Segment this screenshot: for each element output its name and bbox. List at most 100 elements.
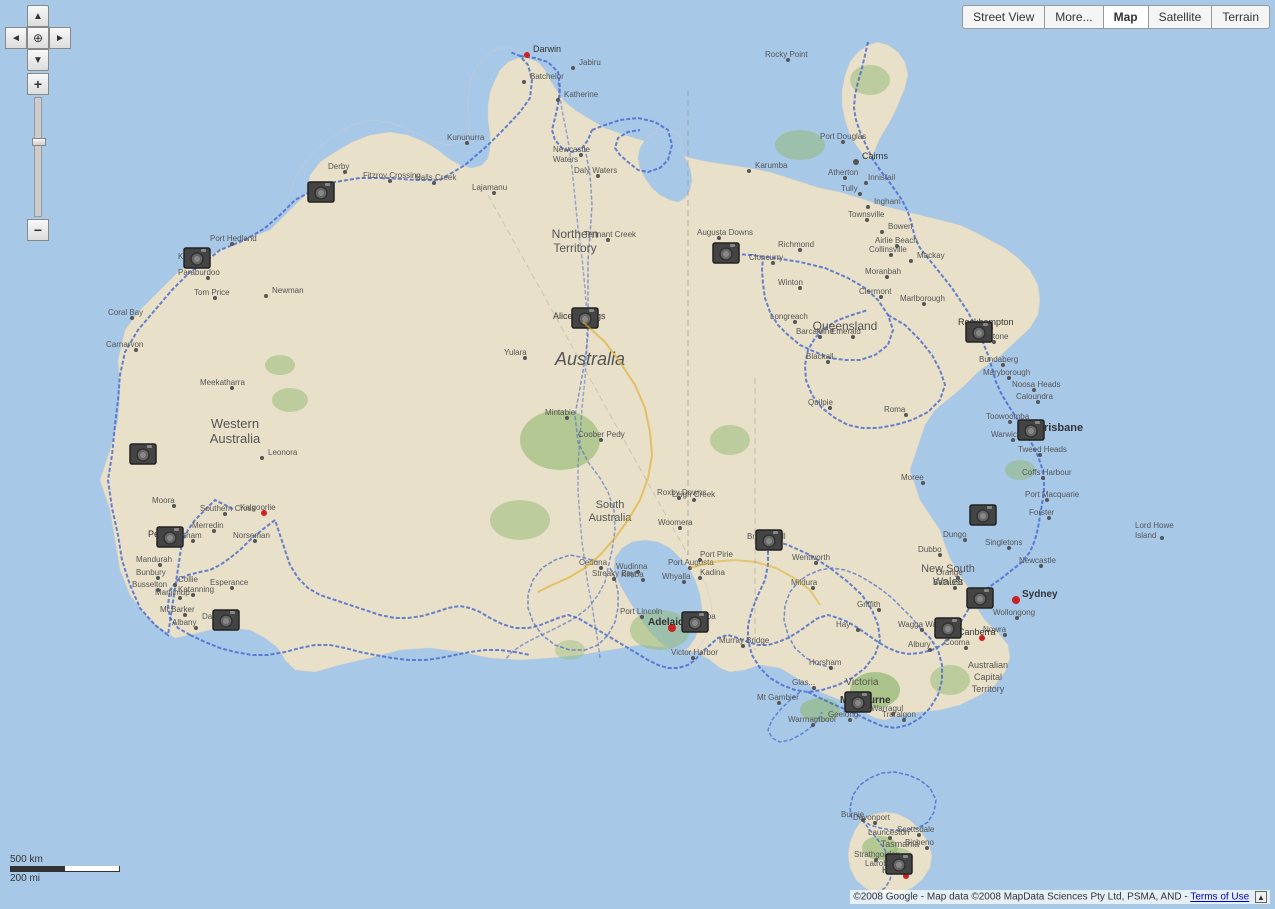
svg-text:Mt Barker: Mt Barker (160, 605, 195, 614)
map-svg: Australia Western Australia Northern Ter… (0, 0, 1275, 909)
svg-text:Victoria: Victoria (845, 677, 879, 688)
svg-text:Orange: Orange (936, 568, 963, 577)
scale-km-label: 500 km (10, 854, 43, 865)
svg-text:Katherine: Katherine (564, 90, 599, 99)
more-button[interactable]: More... (1045, 5, 1103, 29)
svg-text:Bunbury: Bunbury (136, 568, 166, 577)
svg-text:Rocky Point: Rocky Point (765, 50, 808, 59)
svg-text:Cairns: Cairns (862, 151, 889, 161)
svg-text:Leigh Creek: Leigh Creek (672, 490, 716, 499)
svg-text:Western: Western (211, 416, 259, 431)
svg-text:Port Hedland: Port Hedland (210, 234, 257, 243)
svg-text:Mandurah: Mandurah (136, 555, 172, 564)
svg-text:Australian: Australian (968, 660, 1008, 670)
svg-text:Mt Gambier: Mt Gambier (757, 693, 799, 702)
svg-text:Bowen: Bowen (888, 222, 912, 231)
svg-text:Coral Bay: Coral Bay (108, 308, 143, 317)
pan-right-button[interactable]: ► (49, 27, 71, 49)
svg-text:Tom Price: Tom Price (194, 288, 230, 297)
svg-text:Augusta Downs: Augusta Downs (697, 228, 753, 237)
zoom-handle[interactable] (32, 138, 46, 146)
pan-down-button[interactable]: ▼ (27, 49, 49, 71)
svg-text:Kununurra: Kununurra (447, 133, 485, 142)
svg-text:Victor Harbor: Victor Harbor (671, 648, 718, 657)
terms-of-use-link[interactable]: Terms of Use (1190, 892, 1249, 903)
svg-text:Singletons: Singletons (985, 538, 1022, 547)
svg-text:Ingham: Ingham (874, 197, 901, 206)
svg-text:Cloncurry: Cloncurry (749, 253, 783, 262)
svg-text:Halls Creek: Halls Creek (415, 173, 457, 182)
svg-text:Blackall: Blackall (806, 352, 834, 361)
svg-text:Mackay: Mackay (917, 251, 945, 260)
svg-text:Coober Pedy: Coober Pedy (578, 430, 625, 439)
svg-text:Carnarvon: Carnarvon (106, 340, 143, 349)
map-container[interactable]: Australia Western Australia Northern Ter… (0, 0, 1275, 909)
zoom-slider[interactable]: + − (27, 73, 49, 241)
svg-text:Mintabie: Mintabie (545, 408, 576, 417)
svg-text:Port Douglas: Port Douglas (820, 132, 866, 141)
svg-text:Barcaldine: Barcaldine (796, 327, 834, 336)
zoom-in-button[interactable]: + (27, 73, 49, 95)
pan-up-button[interactable]: ▲ (27, 5, 49, 27)
svg-text:Canberra: Canberra (958, 627, 996, 637)
terrain-button[interactable]: Terrain (1212, 5, 1270, 29)
svg-text:Tennant Creek: Tennant Creek (584, 230, 637, 239)
svg-text:Albury: Albury (908, 640, 931, 649)
svg-text:Territory: Territory (553, 241, 596, 255)
svg-text:Darwin: Darwin (533, 44, 561, 54)
svg-text:Dungo: Dungo (943, 530, 967, 539)
svg-text:Moora: Moora (152, 496, 175, 505)
svg-text:Sydney: Sydney (1022, 589, 1058, 600)
svg-text:Yulara: Yulara (504, 348, 527, 357)
svg-text:Woomera: Woomera (658, 518, 693, 527)
svg-text:Moree: Moree (901, 473, 924, 482)
svg-text:Port Lincoln: Port Lincoln (620, 607, 662, 616)
pan-center-button[interactable]: ⊕ (27, 27, 49, 49)
svg-text:Townsville: Townsville (848, 210, 885, 219)
scale-mi-label: 200 mi (10, 873, 40, 884)
svg-text:Noosa Heads: Noosa Heads (1012, 380, 1060, 389)
svg-text:Richmond: Richmond (778, 240, 814, 249)
svg-text:Longreach: Longreach (770, 312, 808, 321)
svg-text:Island: Island (1135, 531, 1156, 540)
street-view-button[interactable]: Street View (962, 5, 1045, 29)
svg-text:Kadina: Kadina (700, 568, 725, 577)
svg-text:Hay: Hay (836, 620, 850, 629)
svg-text:Kimba: Kimba (621, 570, 644, 579)
svg-text:Burnie: Burnie (841, 810, 865, 819)
svg-text:Griffith: Griffith (857, 600, 880, 609)
svg-text:Ceduna: Ceduna (579, 558, 608, 567)
pan-left-button[interactable]: ◄ (5, 27, 27, 49)
map-button[interactable]: Map (1104, 5, 1149, 29)
svg-text:Bicheno: Bicheno (905, 838, 934, 847)
svg-text:Port Pirie: Port Pirie (700, 550, 733, 559)
svg-text:Marlborough: Marlborough (900, 294, 945, 303)
zoom-out-button[interactable]: − (27, 219, 49, 241)
copyright-bar: ©2008 Google - Map data ©2008 MapData Sc… (850, 890, 1270, 904)
svg-text:Waters: Waters (553, 155, 578, 164)
svg-text:Scottsdale: Scottsdale (897, 825, 935, 834)
svg-text:Albany: Albany (172, 618, 196, 627)
svg-text:Emerald: Emerald (831, 327, 861, 336)
svg-text:Territory: Territory (972, 684, 1005, 694)
svg-text:Bundaberg: Bundaberg (979, 355, 1018, 364)
zoom-track[interactable] (34, 97, 42, 217)
svg-text:Bathurst: Bathurst (933, 578, 964, 587)
svg-text:Cooma: Cooma (944, 638, 970, 647)
svg-text:Collie: Collie (178, 575, 199, 584)
svg-text:Southern Cross: Southern Cross (200, 504, 256, 513)
svg-text:Daly Waters: Daly Waters (574, 166, 617, 175)
svg-text:Warragul: Warragul (871, 704, 903, 713)
svg-text:Australia: Australia (554, 349, 625, 369)
satellite-button[interactable]: Satellite (1149, 5, 1213, 29)
svg-text:Tully: Tully (841, 184, 858, 193)
svg-text:Airlie Beach: Airlie Beach (875, 236, 918, 245)
svg-text:Esperance: Esperance (210, 578, 249, 587)
svg-text:Forster: Forster (1029, 508, 1055, 517)
svg-text:South: South (596, 499, 625, 511)
svg-text:Jabiru: Jabiru (579, 58, 601, 67)
svg-text:Caloundra: Caloundra (1016, 392, 1053, 401)
svg-text:Moranbah: Moranbah (865, 267, 901, 276)
svg-text:Wentworth: Wentworth (792, 553, 830, 562)
svg-text:Atherton: Atherton (828, 168, 858, 177)
